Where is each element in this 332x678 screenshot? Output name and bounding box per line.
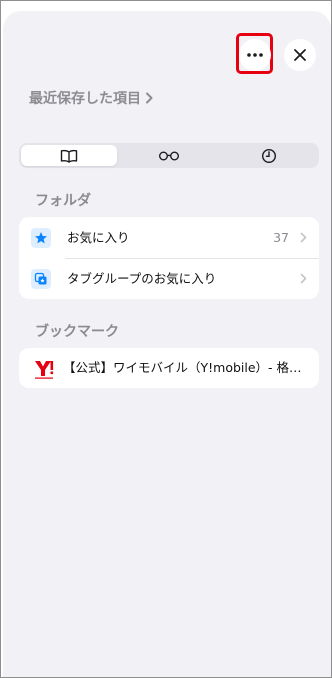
glasses-icon (159, 151, 179, 160)
recently-saved-link[interactable]: 最近保存した項目 (29, 88, 153, 108)
favorites-label: お気に入り (67, 230, 130, 245)
list-item-favorites[interactable]: お気に入り 37 (19, 217, 319, 258)
tab-history[interactable] (221, 145, 317, 166)
tab-group-favorites-label: タブグループのお気に入り (67, 271, 217, 286)
close-icon (294, 49, 306, 61)
folders-section-title: フォルダ (35, 193, 91, 209)
favorites-count: 37 (273, 230, 289, 245)
bookmarks-list: 【公式】ワイモバイル（Y!mobile）- 格安SIMならワイモバイル (19, 348, 319, 388)
bookmarks-sheet: 最近保存した項目 フォルダ お気に入り 37 タブグループのお気に入り ブックマ… (3, 11, 331, 677)
ymobile-bookmark-label: 【公式】ワイモバイル（Y!mobile）- 格安SIMならワイモバイル (63, 360, 311, 375)
view-segmented-control (19, 143, 319, 168)
screen-frame: 最近保存した項目 フォルダ お気に入り 37 タブグループのお気に入り ブックマ… (0, 0, 332, 678)
book-icon (60, 149, 78, 163)
chevron-right-icon (300, 273, 307, 284)
clock-icon (261, 148, 277, 163)
star-icon (31, 228, 51, 248)
tab-reading-list[interactable] (121, 145, 217, 166)
chevron-right-icon (300, 232, 307, 243)
close-button[interactable] (284, 39, 316, 71)
tab-group-icon (31, 269, 51, 289)
recently-saved-label: 最近保存した項目 (29, 91, 141, 107)
ellipsis-icon (247, 53, 263, 57)
ymobile-logo (35, 361, 54, 379)
list-item-ymobile[interactable]: 【公式】ワイモバイル（Y!mobile）- 格安SIMならワイモバイル (19, 348, 319, 388)
tab-bookmarks[interactable] (21, 145, 117, 166)
bookmarks-section-title: ブックマーク (35, 324, 119, 340)
chevron-right-icon (146, 92, 153, 104)
more-button[interactable] (239, 39, 271, 71)
list-item-tab-group-favorites[interactable]: タブグループのお気に入り (19, 258, 319, 299)
folders-list: お気に入り 37 タブグループのお気に入り (19, 217, 319, 299)
